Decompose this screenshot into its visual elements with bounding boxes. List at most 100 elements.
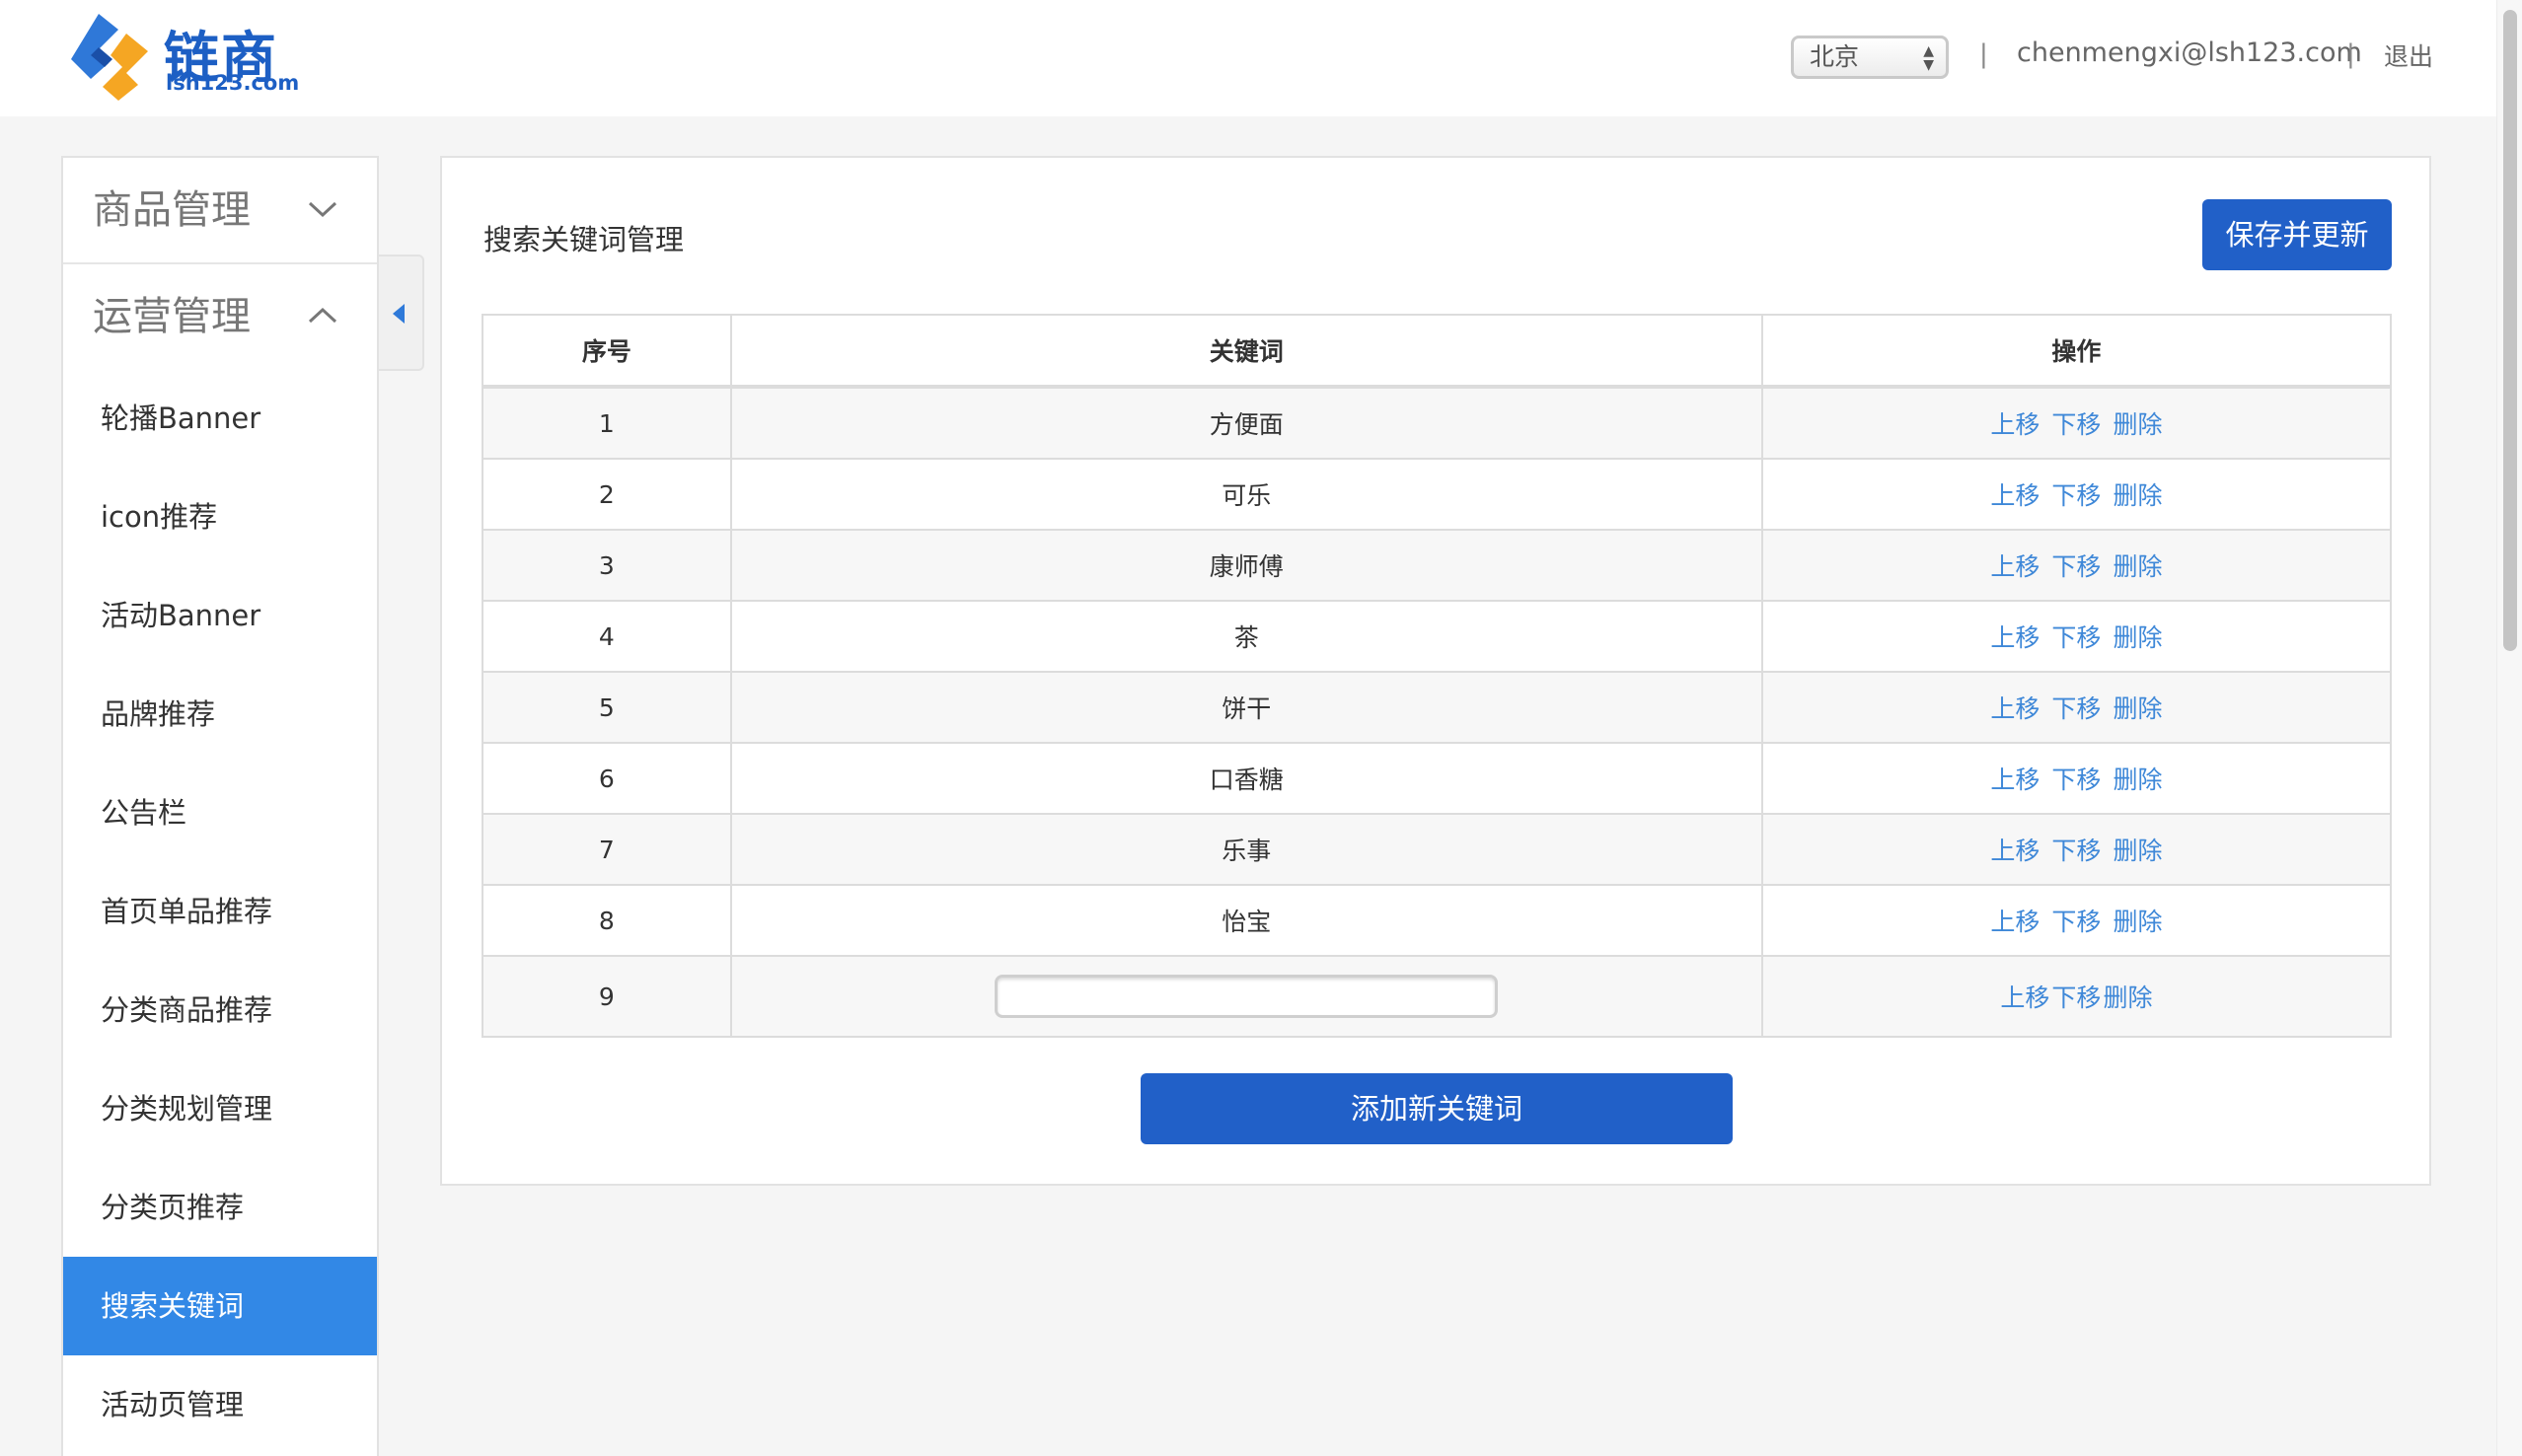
column-header-index: 序号 (482, 314, 732, 389)
row-index: 4 (482, 600, 732, 673)
page-title: 搜索关键词管理 (483, 223, 685, 256)
sidebar-item-carousel-banner[interactable]: 轮播Banner (63, 369, 377, 468)
brand-logo[interactable]: 链商 lsh123.com (69, 8, 299, 107)
row-index: 7 (482, 813, 732, 886)
user-email: chenmengxi@lsh123.com (2017, 37, 2362, 68)
table-row: 8 怡宝 上移 下移 删除 (482, 884, 2393, 957)
page-scrollbar[interactable] (2496, 0, 2522, 1456)
table-row: 2 可乐 上移 下移 删除 (482, 458, 2393, 531)
scrollbar-thumb[interactable] (2503, 10, 2517, 651)
move-up-link[interactable]: 上移 (1990, 552, 2040, 581)
sidebar: 商品管理 运营管理 轮播Banner icon推荐 活动Banner 品牌推荐 … (61, 156, 379, 1456)
sidebar-item-home-product[interactable]: 首页单品推荐 (63, 862, 377, 961)
move-up-link[interactable]: 上移 (1990, 481, 2040, 510)
table-row: 3 康师傅 上移 下移 删除 (482, 529, 2393, 602)
add-keyword-button[interactable]: 添加新关键词 (1141, 1073, 1733, 1144)
row-index: 8 (482, 884, 732, 957)
sidebar-item-category-page[interactable]: 分类页推荐 (63, 1158, 377, 1257)
new-keyword-input[interactable] (995, 975, 1499, 1018)
keyword-table: 序号 关键词 操作 1 方便面 上移 下移 删除 2 可乐 上移 下移 删除 3 康师傅 上移 下移 删除 4… (482, 314, 2393, 1038)
table-row: 5 饼干 上移 下移 删除 (482, 671, 2393, 744)
sidebar-group-label: 商品管理 (93, 187, 251, 233)
row-actions: 上移下移删除 (1760, 386, 2393, 460)
move-down-link[interactable]: 下移 (2051, 908, 2101, 936)
keyword-panel: 搜索关键词管理 保存并更新 序号 关键词 操作 1 方便面 上移 下移 删除 2 可乐 上移下… (440, 156, 2431, 1186)
row-index: 2 (482, 458, 732, 531)
row-index: 1 (482, 386, 732, 460)
top-header: 链商 lsh123.com 北京 ▲ ▼ | chenmengxi@lsh123.… (0, 0, 2496, 116)
delete-link[interactable]: 删除 (2113, 623, 2162, 652)
move-up-link[interactable]: 上移 (1990, 908, 2040, 936)
delete-link[interactable]: 删除 (2113, 410, 2162, 439)
column-header-keyword: 关键词 (729, 314, 1763, 389)
delete-link[interactable]: 删除 (2113, 694, 2162, 723)
city-select[interactable]: 北京 ▲ ▼ (1791, 36, 1949, 79)
move-down-link[interactable]: 下移 (2051, 983, 2101, 1012)
delete-link[interactable]: 删除 (2113, 481, 2162, 510)
brand-domain: lsh123.com (166, 71, 300, 95)
sidebar-item-search-keywords[interactable]: 搜索关键词 (63, 1257, 377, 1355)
chevron-up-icon (308, 264, 337, 369)
move-up-link[interactable]: 上移 (1990, 410, 2040, 439)
sidebar-item-category-product[interactable]: 分类商品推荐 (63, 961, 377, 1059)
table-row-new: 9 上移下移删除 (482, 955, 2393, 1038)
table-row: 7 乐事 上移 下移 删除 (482, 813, 2393, 886)
table-row: 4 茶上移 下移 删除 (482, 600, 2393, 673)
sidebar-item-brand-recommend[interactable]: 品牌推荐 (63, 665, 377, 764)
move-up-link[interactable]: 上移 (1990, 694, 2040, 723)
move-up-link[interactable]: 上移 (1990, 765, 2040, 794)
delete-link[interactable]: 删除 (2113, 765, 2162, 794)
row-actions: 上移下移删除 (1760, 742, 2393, 815)
row-actions: 上移下移删除 (1760, 600, 2393, 673)
move-down-link[interactable]: 下移 (2051, 694, 2101, 723)
row-keyword: 乐事 (729, 813, 1763, 886)
table-header-row: 序号 关键词 操作 (482, 314, 2393, 389)
row-actions: 上移下移删除 (1760, 458, 2393, 531)
move-down-link[interactable]: 下移 (2051, 552, 2101, 581)
row-index: 9 (482, 955, 732, 1038)
sidebar-item-activity-banner[interactable]: 活动Banner (63, 566, 377, 665)
row-keyword: 怡宝 (729, 884, 1763, 957)
row-index: 3 (482, 529, 732, 602)
move-up-link[interactable]: 上移 (2000, 983, 2049, 1012)
sidebar-item-icon-recommend[interactable]: icon推荐 (63, 468, 377, 566)
delete-link[interactable]: 删除 (2103, 983, 2152, 1012)
sidebar-group-label: 运营管理 (93, 294, 251, 339)
row-keyword: 可乐 (729, 458, 1763, 531)
delete-link[interactable]: 删除 (2113, 552, 2162, 581)
move-down-link[interactable]: 下移 (2051, 623, 2101, 652)
row-keyword: 饼干 (729, 671, 1763, 744)
table-row: 6 口香糖 上移 下移 删除 (482, 742, 2393, 815)
header-separator: | (1979, 39, 1988, 69)
row-actions: 上移下移删除 (1760, 955, 2393, 1038)
save-and-update-button[interactable]: 保存并更新 (2202, 199, 2392, 270)
sidebar-group-operations[interactable]: 运营管理 (63, 264, 377, 369)
move-down-link[interactable]: 下移 (2051, 765, 2101, 794)
sidebar-group-products[interactable]: 商品管理 (63, 158, 377, 264)
move-down-link[interactable]: 下移 (2051, 410, 2101, 439)
move-down-link[interactable]: 下移 (2051, 481, 2101, 510)
row-actions: 上移下移删除 (1760, 671, 2393, 744)
row-index: 6 (482, 742, 732, 815)
caret-left-icon (393, 304, 405, 324)
delete-link[interactable]: 删除 (2113, 837, 2162, 865)
row-keyword: 康师傅 (729, 529, 1763, 602)
move-up-link[interactable]: 上移 (1990, 837, 2040, 865)
sidebar-item-notice-board[interactable]: 公告栏 (63, 764, 377, 862)
sidebar-item-activity-page[interactable]: 活动页管理 (63, 1355, 377, 1454)
sidebar-collapse-toggle[interactable] (379, 255, 424, 371)
city-select-value: 北京 (1810, 42, 1860, 71)
move-down-link[interactable]: 下移 (2051, 837, 2101, 865)
sidebar-item-category-planning[interactable]: 分类规划管理 (63, 1059, 377, 1158)
move-up-link[interactable]: 上移 (1990, 623, 2040, 652)
row-keyword: 方便面 (729, 386, 1763, 460)
chevron-down-icon (308, 158, 337, 262)
row-actions: 上移下移删除 (1760, 884, 2393, 957)
row-index: 5 (482, 671, 732, 744)
logo-icon (71, 14, 148, 101)
column-header-actions: 操作 (1760, 314, 2393, 389)
delete-link[interactable]: 删除 (2113, 908, 2162, 936)
row-keyword-cell (729, 955, 1763, 1038)
logout-link[interactable]: 退出 (2384, 37, 2433, 73)
table-row: 1 方便面 上移 下移 删除 (482, 386, 2393, 460)
